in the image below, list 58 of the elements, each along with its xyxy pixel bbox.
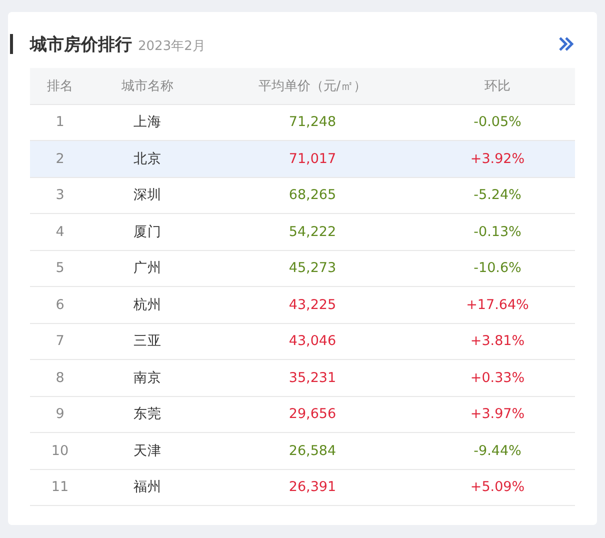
price-cell-text: 54,222	[288, 224, 338, 240]
column-header: 环比	[484, 78, 512, 95]
city-cell-text: 广州	[132, 259, 162, 278]
rank-cell-text: 7	[54, 333, 66, 350]
city-cell-text: 南京	[132, 368, 162, 387]
city-cell-text: 三亚	[132, 332, 162, 350]
table-row[interactable]: 11 福州 26,391 +5.09%	[30, 470, 575, 506]
rank-cell-text: 8	[54, 370, 66, 386]
rank-cell-text: 10	[50, 442, 70, 459]
price-cell-text: 26,391	[288, 479, 338, 496]
rank-cell-text: 4	[54, 224, 66, 240]
table-row[interactable]: 2 北京 71,017 +3.92%	[30, 141, 575, 178]
column-header: 平均单价（元/㎡）	[257, 78, 368, 95]
change-cell-text: +3.92%	[469, 150, 526, 167]
change-cell-text: -5.24%	[472, 187, 522, 204]
rank-cell-text: 2	[54, 150, 66, 167]
table-row[interactable]: 3 深圳 68,265 -5.24%	[30, 178, 575, 214]
column-header: 城市名称	[120, 78, 174, 95]
price-cell-text: 71,017	[288, 150, 338, 167]
table-row[interactable]: 1 上海 71,248 -0.05%	[30, 104, 575, 141]
city-cell-text: 东莞	[132, 405, 162, 424]
price-cell-text: 68,265	[288, 187, 338, 204]
rank-cell-text: 6	[54, 296, 66, 313]
price-cell-text: 35,231	[288, 370, 338, 386]
change-cell-text: -10.6%	[472, 260, 522, 276]
rank-cell-text: 9	[54, 406, 66, 422]
double-chevron-icon[interactable]	[557, 35, 575, 53]
price-cell-text: 43,046	[288, 333, 338, 350]
price-cell-text: 29,656	[288, 406, 338, 422]
change-cell-text: -0.05%	[472, 114, 522, 130]
rank-cell-text: 11	[50, 479, 70, 496]
city-cell-text: 北京	[132, 150, 162, 168]
city-cell-text: 上海	[132, 113, 162, 132]
price-cell-text: 45,273	[288, 260, 338, 276]
card-title: 城市房价排行	[30, 34, 132, 56]
rank-cell-text: 1	[54, 114, 66, 130]
table-row[interactable]: 9 东莞 29,656 +3.97%	[30, 396, 575, 433]
card-subtitle: 2023年2月	[138, 38, 206, 54]
change-cell-text: +0.33%	[469, 370, 526, 386]
change-cell-text: +5.09%	[469, 479, 526, 496]
price-cell-text: 43,225	[288, 296, 338, 313]
change-cell-text: +17.64%	[465, 296, 530, 313]
city-cell-text: 厦门	[132, 222, 162, 241]
change-cell-text: -9.44%	[472, 442, 522, 459]
city-cell-text: 福州	[132, 478, 162, 496]
change-cell-text: -0.13%	[472, 224, 522, 240]
table-row[interactable]: 7 三亚 43,046 +3.81%	[30, 324, 575, 360]
city-cell-text: 深圳	[132, 186, 162, 204]
change-cell-text: +3.97%	[469, 406, 526, 422]
rank-cell-text: 3	[54, 187, 66, 204]
change-cell-text: +3.81%	[469, 333, 526, 350]
rank-cell-text: 5	[54, 260, 66, 276]
city-cell-text: 杭州	[132, 296, 162, 314]
table-row[interactable]: 5 广州 45,273 -10.6%	[30, 250, 575, 287]
city-cell-text: 天津	[132, 442, 162, 460]
price-cell-text: 71,248	[288, 114, 338, 130]
column-header: 排名	[46, 78, 74, 95]
price-cell-text: 26,584	[288, 442, 338, 459]
